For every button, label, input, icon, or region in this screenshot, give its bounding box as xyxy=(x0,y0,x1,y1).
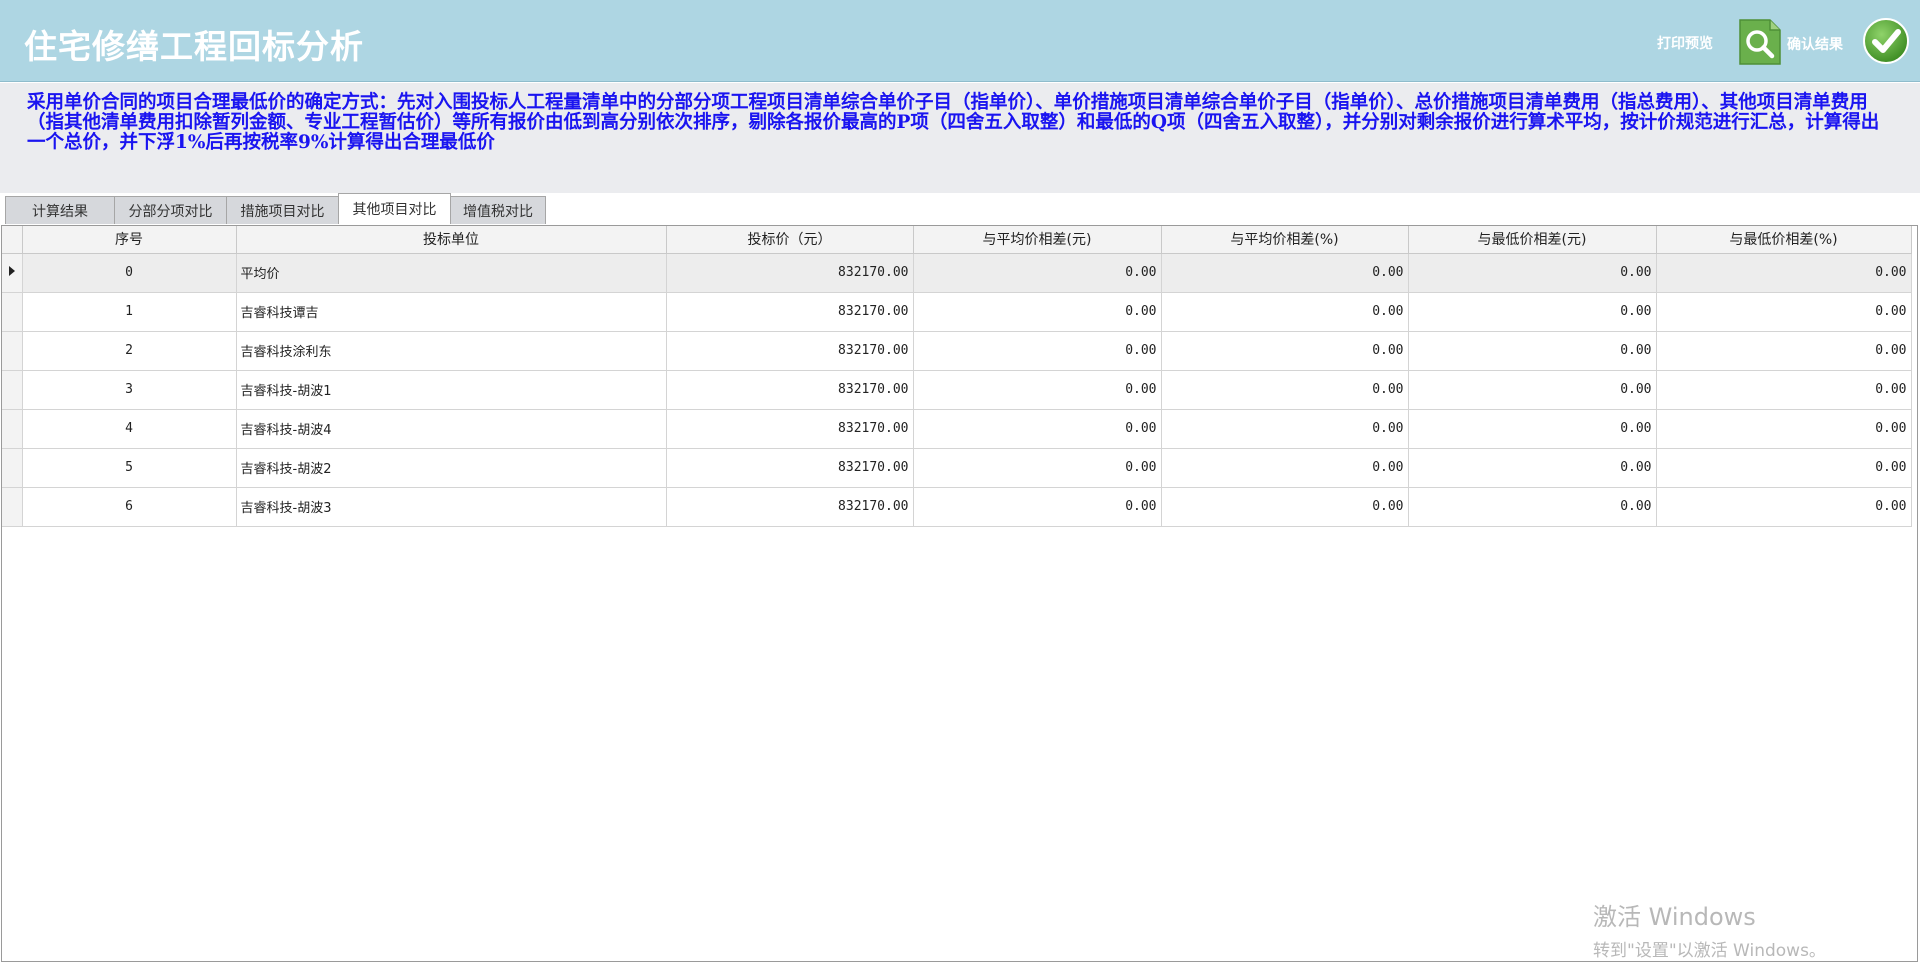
table-cell[interactable]: 832170.00 xyxy=(666,331,914,371)
app-title: 住宅修缮工程回标分析 xyxy=(24,27,364,66)
table-cell[interactable]: 0.00 xyxy=(913,292,1162,332)
table-cell[interactable]: 6 xyxy=(22,487,237,527)
column-header[interactable]: 投标价（元） xyxy=(666,226,914,254)
table-cell[interactable]: 0 xyxy=(22,253,237,293)
tab-sub-item-compare[interactable]: 分部分项对比 xyxy=(114,196,227,224)
table-cell[interactable]: 0.00 xyxy=(1161,253,1409,293)
table-cell[interactable]: 2 xyxy=(22,331,237,371)
row-indicator[interactable] xyxy=(2,331,23,371)
column-header[interactable]: 与平均价相差(元) xyxy=(913,226,1162,254)
table-cell[interactable]: 平均价 xyxy=(236,253,667,293)
table-cell[interactable]: 0.00 xyxy=(1408,253,1657,293)
table-cell[interactable]: 0.00 xyxy=(913,253,1162,293)
column-header[interactable]: 投标单位 xyxy=(236,226,667,254)
table-cell[interactable]: 832170.00 xyxy=(666,292,914,332)
tab-strip: 计算结果 分部分项对比 措施项目对比 其他项目对比 增值税对比 xyxy=(5,193,546,224)
table-row[interactable]: 2 吉睿科技涂利东 832170.00 0.00 0.00 0.00 0.00 xyxy=(2,331,1912,371)
current-row-arrow-icon xyxy=(8,266,15,276)
table-cell[interactable]: 0.00 xyxy=(1161,409,1409,449)
table-cell[interactable]: 0.00 xyxy=(1656,370,1912,410)
confirm-result-label[interactable]: 确认结果 xyxy=(1787,34,1843,54)
row-indicator[interactable] xyxy=(2,370,23,410)
print-preview-label[interactable]: 打印预览 xyxy=(1657,33,1713,53)
table-cell[interactable]: 吉睿科技-胡波4 xyxy=(236,409,667,449)
table-cell[interactable]: 0.00 xyxy=(1408,292,1657,332)
comparison-table: 序号 投标单位 投标价（元） 与平均价相差(元) 与平均价相差(%) 与最低价相… xyxy=(2,226,1912,527)
table-cell[interactable]: 0.00 xyxy=(1161,370,1409,410)
table-cell[interactable]: 0.00 xyxy=(1408,487,1657,527)
table-cell[interactable]: 832170.00 xyxy=(666,253,914,293)
row-indicator-header xyxy=(2,226,23,254)
table-cell[interactable]: 5 xyxy=(22,448,237,488)
table-cell[interactable]: 0.00 xyxy=(1656,487,1912,527)
table-cell[interactable]: 0.00 xyxy=(913,331,1162,371)
table-cell[interactable]: 0.00 xyxy=(1656,331,1912,371)
table-cell[interactable]: 832170.00 xyxy=(666,409,914,449)
table-cell[interactable]: 832170.00 xyxy=(666,487,914,527)
row-indicator[interactable] xyxy=(2,409,23,449)
table-cell[interactable]: 1 xyxy=(22,292,237,332)
table-cell[interactable]: 吉睿科技谭吉 xyxy=(236,292,667,332)
table-row[interactable]: 1 吉睿科技谭吉 832170.00 0.00 0.00 0.00 0.00 xyxy=(2,292,1912,332)
table-cell[interactable]: 0.00 xyxy=(1408,331,1657,371)
title-bar: 住宅修缮工程回标分析 打印预览 确认结果 xyxy=(0,0,1920,82)
tab-measures-compare[interactable]: 措施项目对比 xyxy=(226,196,339,224)
table-cell[interactable]: 0.00 xyxy=(1656,292,1912,332)
table-cell[interactable]: 吉睿科技-胡波2 xyxy=(236,448,667,488)
row-indicator[interactable] xyxy=(2,253,23,293)
table-cell[interactable]: 0.00 xyxy=(913,370,1162,410)
column-header[interactable]: 序号 xyxy=(22,226,237,254)
table-cell[interactable]: 0.00 xyxy=(1656,409,1912,449)
table-cell[interactable]: 0.00 xyxy=(1161,331,1409,371)
print-preview-icon[interactable] xyxy=(1738,18,1782,66)
checkmark-icon[interactable] xyxy=(1862,17,1910,65)
table-header-row: 序号 投标单位 投标价（元） 与平均价相差(元) 与平均价相差(%) 与最低价相… xyxy=(2,226,1912,254)
table-cell[interactable]: 0.00 xyxy=(1161,448,1409,488)
tab-calc-result[interactable]: 计算结果 xyxy=(5,196,115,224)
row-indicator[interactable] xyxy=(2,448,23,488)
table-row[interactable]: 5 吉睿科技-胡波2 832170.00 0.00 0.00 0.00 0.00 xyxy=(2,448,1912,488)
table-cell[interactable]: 3 xyxy=(22,370,237,410)
windows-activation-watermark: 激活 Windows 转到"设置"以激活 Windows。 xyxy=(1593,897,1826,961)
table-cell[interactable]: 吉睿科技涂利东 xyxy=(236,331,667,371)
table-row[interactable]: 3 吉睿科技-胡波1 832170.00 0.00 0.00 0.00 0.00 xyxy=(2,370,1912,410)
table-cell[interactable]: 832170.00 xyxy=(666,370,914,410)
tab-other-items-compare[interactable]: 其他项目对比 xyxy=(338,193,451,223)
table-cell[interactable]: 832170.00 xyxy=(666,448,914,488)
watermark-line-1: 激活 Windows xyxy=(1593,903,1756,931)
table-cell[interactable]: 吉睿科技-胡波1 xyxy=(236,370,667,410)
table-cell[interactable]: 0.00 xyxy=(1408,409,1657,449)
tab-vat-compare[interactable]: 增值税对比 xyxy=(450,196,546,224)
column-header[interactable]: 与平均价相差(%) xyxy=(1161,226,1409,254)
comparison-grid: 序号 投标单位 投标价（元） 与平均价相差(元) 与平均价相差(%) 与最低价相… xyxy=(1,225,1918,962)
row-indicator[interactable] xyxy=(2,487,23,527)
table-row[interactable]: 4 吉睿科技-胡波4 832170.00 0.00 0.00 0.00 0.00 xyxy=(2,409,1912,449)
watermark-line-2: 转到"设置"以激活 Windows。 xyxy=(1593,941,1826,961)
table-cell[interactable]: 0.00 xyxy=(913,448,1162,488)
table-cell[interactable]: 吉睿科技-胡波3 xyxy=(236,487,667,527)
table-cell[interactable]: 0.00 xyxy=(1656,448,1912,488)
column-header[interactable]: 与最低价相差(元) xyxy=(1408,226,1657,254)
table-cell[interactable]: 0.00 xyxy=(913,409,1162,449)
table-row[interactable]: 0 平均价 832170.00 0.00 0.00 0.00 0.00 xyxy=(2,253,1912,293)
column-header[interactable]: 与最低价相差(%) xyxy=(1656,226,1912,254)
table-cell[interactable]: 0.00 xyxy=(1408,370,1657,410)
table-cell[interactable]: 0.00 xyxy=(1656,253,1912,293)
table-cell[interactable]: 0.00 xyxy=(1161,292,1409,332)
row-indicator[interactable] xyxy=(2,292,23,332)
table-cell[interactable]: 4 xyxy=(22,409,237,449)
method-description-text: 采用单价合同的项目合理最低价的确定方式：先对入围投标人工程量清单中的分部分项工程… xyxy=(27,92,1880,153)
method-description-panel: 采用单价合同的项目合理最低价的确定方式：先对入围投标人工程量清单中的分部分项工程… xyxy=(0,83,1920,193)
table-row[interactable]: 6 吉睿科技-胡波3 832170.00 0.00 0.00 0.00 0.00 xyxy=(2,487,1912,527)
table-cell[interactable]: 0.00 xyxy=(1161,487,1409,527)
table-cell[interactable]: 0.00 xyxy=(913,487,1162,527)
table-cell[interactable]: 0.00 xyxy=(1408,448,1657,488)
